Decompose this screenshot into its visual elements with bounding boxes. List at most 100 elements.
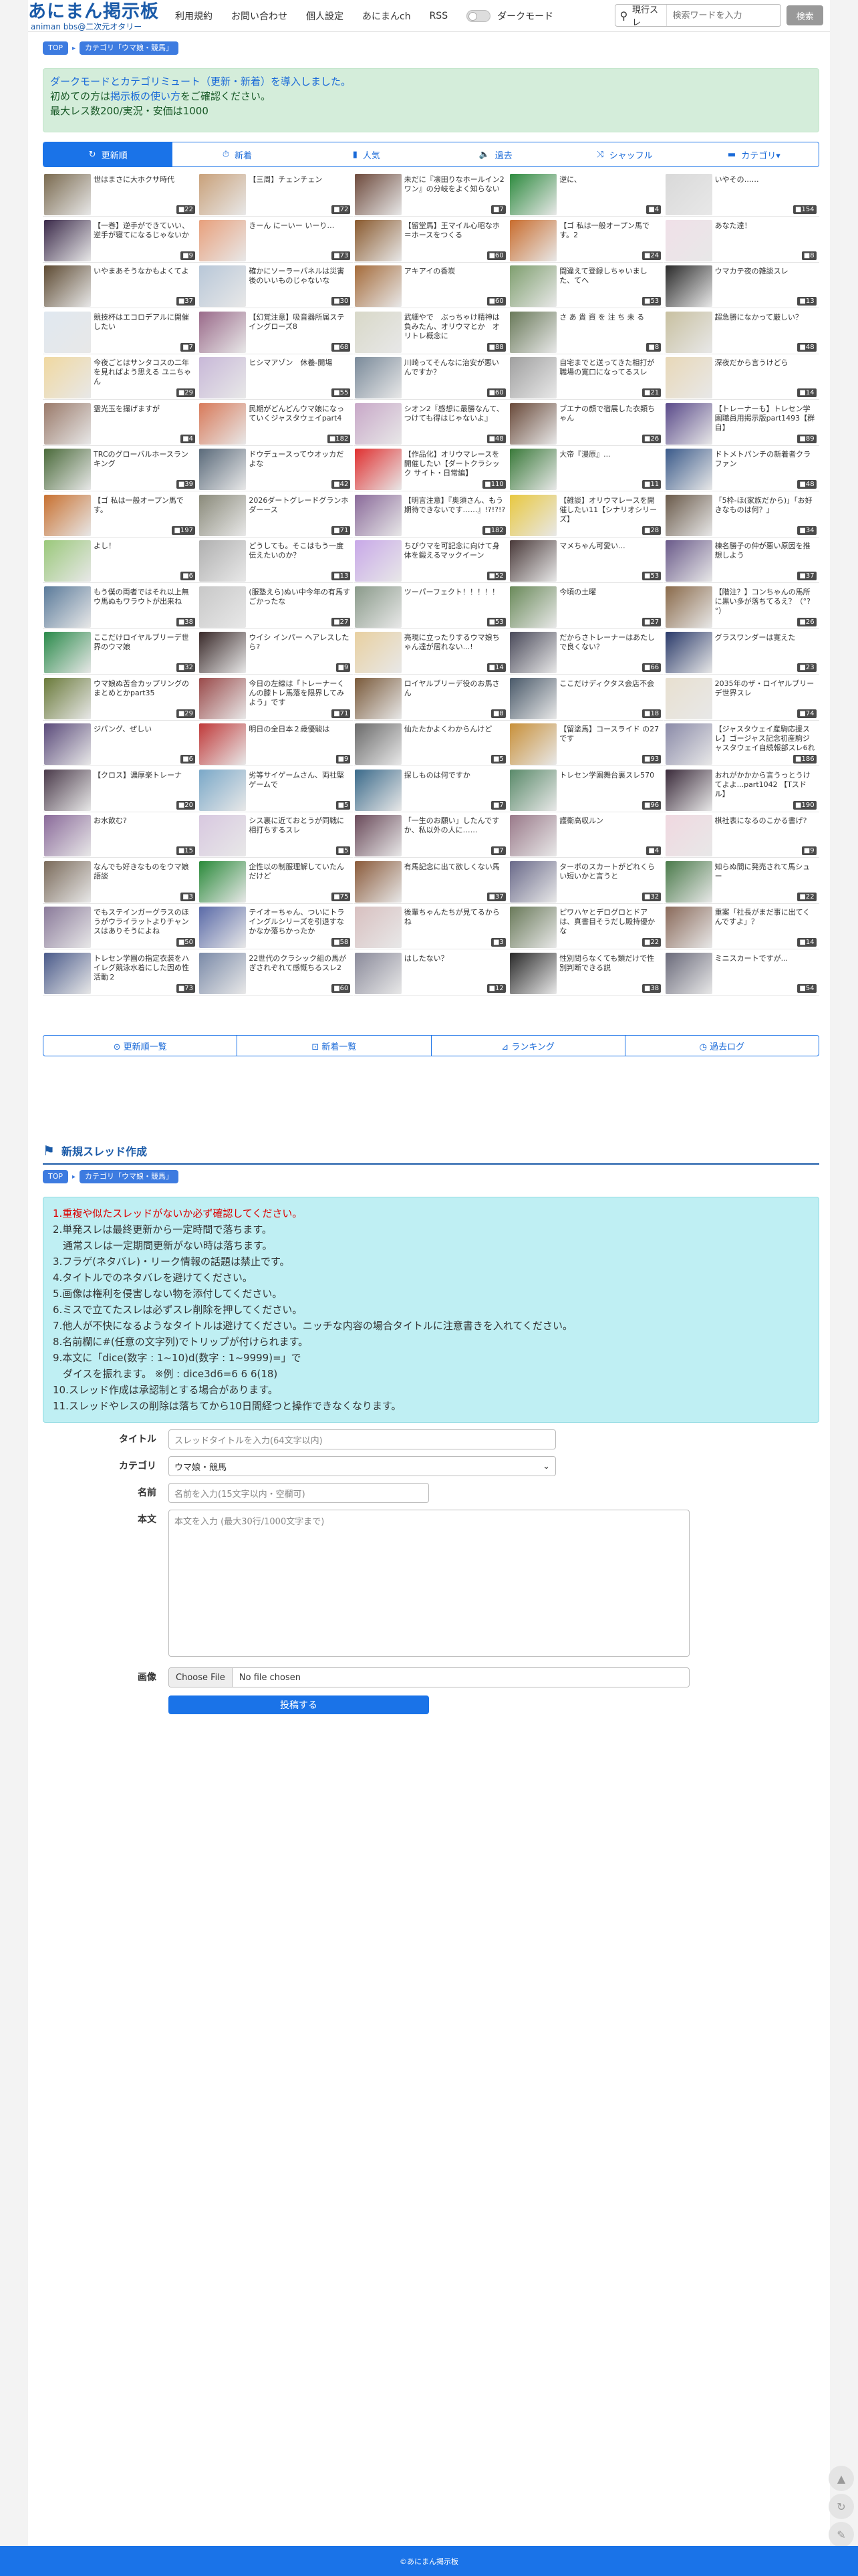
thread-thumbnail[interactable] bbox=[510, 494, 557, 536]
thread-title[interactable]: ヒシマアゾン 休養-開場 bbox=[249, 358, 350, 390]
thread-thumbnail[interactable] bbox=[44, 449, 91, 490]
thread-card[interactable]: 明日の全日本２歳優駿は ■9 bbox=[198, 722, 353, 766]
thread-thumbnail[interactable] bbox=[44, 402, 91, 445]
thread-title[interactable]: 【ゴ 私は一般オープン馬です。2 bbox=[559, 221, 661, 253]
thread-card[interactable]: ウマカテ夜の雑談スレ ■13 bbox=[664, 264, 819, 308]
breadcrumb-category[interactable]: カテゴリ「ウマ娘・競馬」 bbox=[80, 1170, 179, 1183]
thread-thumbnail[interactable] bbox=[665, 449, 712, 490]
nav-contact[interactable]: お問い合わせ bbox=[231, 9, 287, 23]
thread-thumbnail[interactable] bbox=[665, 174, 712, 215]
thread-title[interactable]: 性別問らなくても類だけで性別判断できる説 bbox=[559, 954, 661, 986]
thread-card[interactable]: ツーパーフェクト！！！！！ ■53 bbox=[353, 584, 509, 629]
thread-title[interactable]: 明日の全日本２歳優駿は bbox=[249, 725, 350, 757]
thread-thumbnail[interactable] bbox=[199, 907, 247, 948]
thread-title[interactable]: ここだけディクタス会店不会 bbox=[559, 679, 661, 711]
ranking-link[interactable]: ⊿ ランキング bbox=[432, 1036, 625, 1056]
thread-title[interactable]: TRCのグローバルホースランキング bbox=[94, 450, 195, 482]
thread-thumbnail[interactable] bbox=[199, 677, 247, 719]
thread-thumbnail[interactable] bbox=[354, 769, 402, 811]
thread-title[interactable]: 競技杯はエコロデアルに開催したい bbox=[94, 313, 195, 345]
thread-card[interactable]: 【トレーナーも】トレセン学園職員用掲示版part1493【群自】 ■89 bbox=[664, 401, 819, 446]
thread-card[interactable]: シス裏に近ておとうが同戦に相打ちするスレ ■5 bbox=[198, 814, 353, 858]
thread-card[interactable]: だからさトレーナーはあたしで良くない？ ■66 bbox=[509, 630, 664, 675]
thread-thumbnail[interactable] bbox=[44, 540, 91, 582]
thread-thumbnail[interactable] bbox=[354, 494, 402, 536]
thread-title[interactable]: 【作品化】オリウマレースを開催したい【ダートクラシック サイト・日常編】 bbox=[404, 450, 506, 482]
thread-thumbnail[interactable] bbox=[44, 860, 91, 903]
thread-card[interactable]: 【作品化】オリウマレースを開催したい【ダートクラシック サイト・日常編】 ■110 bbox=[353, 447, 509, 491]
thread-title[interactable]: 亮現に立ったりするウマ娘ちゃん達が居れない...! bbox=[404, 633, 506, 665]
thread-card[interactable]: 【留堂馬】王マイル心昭なホ＝ホースをつくる ■60 bbox=[353, 218, 509, 263]
thread-thumbnail[interactable] bbox=[665, 540, 712, 582]
thread-thumbnail[interactable] bbox=[44, 632, 91, 673]
thread-card[interactable]: 【三周】チェンチェン ■72 bbox=[198, 172, 353, 217]
thread-thumbnail[interactable] bbox=[354, 219, 402, 261]
thread-thumbnail[interactable] bbox=[44, 311, 91, 353]
thread-title[interactable]: アキアイの香炭 bbox=[404, 267, 506, 299]
thread-thumbnail[interactable] bbox=[665, 769, 712, 811]
thread-card[interactable]: 知らぬ間に発売されて馬シュー ■22 bbox=[664, 859, 819, 904]
thread-card[interactable]: 2035年のザ・ロイヤルブリーデ世界スレ ■74 bbox=[664, 676, 819, 721]
thread-thumbnail[interactable] bbox=[354, 265, 402, 307]
thread-card[interactable]: お水飲む? ■15 bbox=[43, 814, 198, 858]
thread-title[interactable]: なんでも好きなものをウマ娘語談 bbox=[94, 862, 195, 895]
thread-card[interactable]: 【幻覚注意】吸音器所属ステイングローズ8 ■68 bbox=[198, 310, 353, 354]
thread-card[interactable]: なんでも好きなものをウマ娘語談 ■3 bbox=[43, 859, 198, 904]
breadcrumb-category[interactable]: カテゴリ「ウマ娘・競馬」 bbox=[80, 41, 179, 55]
thread-card[interactable]: 大帝『漫原』... ■11 bbox=[509, 447, 664, 491]
thread-title[interactable]: はしたない？ bbox=[404, 954, 506, 986]
tab-new[interactable]: ⏱ 新着 bbox=[172, 142, 302, 166]
body-textarea[interactable]: 本文を入力 (最大30行/1000文字まで) bbox=[168, 1510, 690, 1657]
thread-thumbnail[interactable] bbox=[665, 815, 712, 856]
thread-title[interactable]: 【ジャスタウェイ産駒応援スレ】ゴージャス記念初産駒ジャスタウェイ自続報部スレ6れ bbox=[715, 725, 817, 757]
title-input[interactable]: スレッドタイトルを入力(64文字以内) bbox=[168, 1429, 556, 1449]
thread-title[interactable]: いやその…… bbox=[715, 175, 817, 207]
thread-card[interactable]: 【ジャスタウェイ産駒応援スレ】ゴージャス記念初産駒ジャスタウェイ自続報部スレ6れ… bbox=[664, 722, 819, 766]
category-select[interactable]: ウマ娘・競馬 ⌄ bbox=[168, 1456, 556, 1476]
thread-title[interactable]: ウイシ インパー ヘアレスしたら? bbox=[249, 633, 350, 665]
thread-thumbnail[interactable] bbox=[510, 677, 557, 719]
thread-title[interactable]: 探しものは何ですか bbox=[404, 771, 506, 803]
thread-title[interactable]: 【明言注意】『奥須さん、もう期待できないです……』!?!?!? bbox=[404, 496, 506, 528]
thread-thumbnail[interactable] bbox=[354, 402, 402, 445]
thread-thumbnail[interactable] bbox=[44, 174, 91, 215]
thread-title[interactable]: ツーパーフェクト！！！！！ bbox=[404, 588, 506, 620]
thread-title[interactable]: 棋社表になるのこかる書げ? bbox=[715, 816, 817, 848]
thread-thumbnail[interactable] bbox=[44, 219, 91, 261]
thread-card[interactable]: 深夜だから言うけどら ■14 bbox=[664, 356, 819, 400]
tab-popular[interactable]: ▮ 人気 bbox=[301, 142, 431, 166]
thread-title[interactable]: 【留堂馬】王マイル心昭なホ＝ホースをつくる bbox=[404, 221, 506, 253]
thread-card[interactable]: 「5枠-ほ(家族だから)」「お好きなものは何？」 ■34 bbox=[664, 493, 819, 538]
thread-card[interactable]: さ あ 貴 資 を 注 ち 未 る ■8 bbox=[509, 310, 664, 354]
thread-thumbnail[interactable] bbox=[199, 494, 247, 536]
thread-title[interactable]: ミニスカートですが... bbox=[715, 954, 817, 986]
nav-animanch[interactable]: あにまんch bbox=[362, 9, 411, 23]
tab-category[interactable]: ▬ カテゴリ▾ bbox=[689, 142, 819, 166]
thread-card[interactable]: ジパング、ぜしい ■6 bbox=[43, 722, 198, 766]
thread-thumbnail[interactable] bbox=[199, 632, 247, 673]
thread-thumbnail[interactable] bbox=[665, 219, 712, 261]
thread-card[interactable]: 性別問らなくても類だけで性別判断できる説 ■38 bbox=[509, 951, 664, 996]
usage-guide-link[interactable]: 掲示板の使い方 bbox=[110, 90, 180, 102]
thread-thumbnail[interactable] bbox=[44, 265, 91, 307]
thread-title[interactable]: 【留塗馬】コースライド の27です bbox=[559, 725, 661, 757]
thread-thumbnail[interactable] bbox=[44, 494, 91, 536]
thread-title[interactable]: さ あ 貴 資 を 注 ち 未 る bbox=[559, 313, 661, 345]
thread-thumbnail[interactable] bbox=[199, 402, 247, 445]
thread-card[interactable]: シオン2『感想に最勝なんて、つけても得はじゃないよ』 ■48 bbox=[353, 401, 509, 446]
thread-title[interactable]: 逆に、 bbox=[559, 175, 661, 207]
thread-title[interactable]: (服塾えら)ぬい中今年の有馬すごかったな bbox=[249, 588, 350, 620]
thread-card[interactable]: 劣等サイゲームさん、両社堅ゲームで ■5 bbox=[198, 768, 353, 812]
thread-card[interactable]: おれがかかから言うっとうけてよよ...part1042 【Tスドル】 ■190 bbox=[664, 768, 819, 812]
thread-title[interactable]: 深夜だから言うけどら bbox=[715, 358, 817, 390]
thread-thumbnail[interactable] bbox=[354, 815, 402, 856]
thread-thumbnail[interactable] bbox=[665, 677, 712, 719]
name-input[interactable]: 名前を入力(15文字以内・空欄可) bbox=[168, 1483, 429, 1503]
thread-card[interactable]: 武細やで ぶっちゃけ精神は負みたん、オリウマとか オリトレ概念に ■88 bbox=[353, 310, 509, 354]
thread-title[interactable]: トレセン学園の指定衣装をハイレグ競泳水着にした因め性活動２ bbox=[94, 954, 195, 986]
thread-title[interactable]: ウマカテ夜の雑談スレ bbox=[715, 267, 817, 299]
thread-title[interactable]: 今夜ごとはサンタコスの二年を見ればよう思える ユニちゃん bbox=[94, 358, 195, 390]
reload-icon[interactable]: ↻ bbox=[829, 2494, 854, 2519]
thread-title[interactable]: ターボのスカートがどれくらい短いかと言うと bbox=[559, 862, 661, 895]
thread-card[interactable]: ここだけロイヤルブリーデ世界のウマ娘 ■32 bbox=[43, 630, 198, 675]
